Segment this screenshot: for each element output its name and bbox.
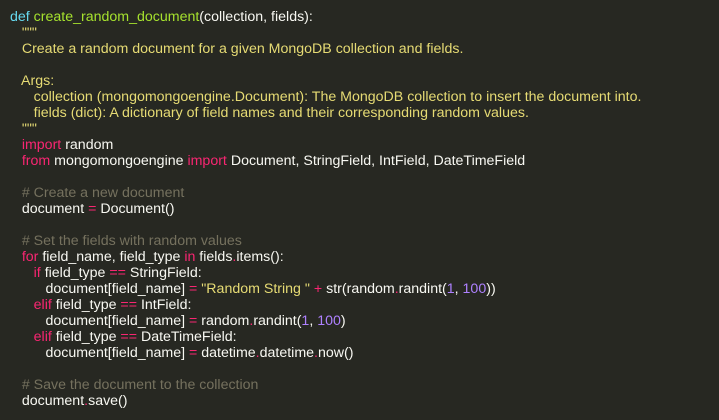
code-token: + (313, 281, 323, 297)
code-token: random (197, 313, 250, 329)
code-token: 100 (317, 313, 341, 329)
code-line: if field_type == StringField: (10, 265, 719, 281)
code-line: document = Document() (10, 201, 719, 217)
code-token: in (184, 249, 196, 265)
code-token: import (10, 137, 62, 153)
code-token: 1 (446, 281, 455, 297)
code-token: """ (10, 121, 37, 137)
code-token: randint( (253, 313, 302, 329)
code-line: document[field_name] = random.randint(1,… (10, 313, 719, 329)
code-token: datetime (197, 345, 256, 361)
code-token: IntField: (137, 297, 192, 313)
code-token: document[field_name] (10, 313, 190, 329)
code-token: import (187, 153, 227, 169)
code-token: if (10, 265, 41, 281)
code-token: datetime (259, 345, 315, 361)
code-token: document (10, 201, 89, 217)
code-editor[interactable]: def create_random_document(collection, f… (0, 0, 719, 420)
code-token: Create a random document for a given Mon… (10, 41, 464, 57)
code-token: # Save the document to the collection (10, 377, 259, 393)
code-token: now() (318, 345, 354, 361)
code-token: Args: (10, 73, 55, 89)
code-token: # Set the fields with random values (10, 233, 242, 249)
code-token: fields (dict): A dictionary of field nam… (10, 105, 529, 121)
code-token: Document, StringField, IntField, DateTim… (226, 153, 526, 169)
code-token: "Random String " (201, 281, 310, 297)
code-line: """ (10, 25, 719, 41)
code-line: def create_random_document(collection, f… (10, 9, 719, 25)
code-token: (collection, fields): (199, 9, 313, 25)
code-token: ) (340, 313, 346, 329)
code-token: )) (486, 281, 496, 297)
code-line: document[field_name] = "Random String " … (10, 281, 719, 297)
code-line: elif field_type == IntField: (10, 297, 719, 313)
code-line: # Set the fields with random values (10, 233, 719, 249)
code-line: collection (mongomongoengine.Document): … (10, 89, 719, 105)
code-token: , (454, 281, 463, 297)
code-line: fields (dict): A dictionary of field nam… (10, 105, 719, 121)
code-token: """ (10, 25, 37, 41)
code-line: import random (10, 137, 719, 153)
code-line: document[field_name] = datetime.datetime… (10, 345, 719, 361)
code-token: create_random_document (33, 9, 200, 25)
code-token: field_type (51, 297, 121, 313)
code-line: Args: (10, 73, 719, 89)
code-token: str(random (322, 281, 395, 297)
code-token: randint( (398, 281, 447, 297)
code-token: fields (195, 249, 233, 265)
code-line: # Save the document to the collection (10, 377, 719, 393)
code-token: elif (10, 297, 52, 313)
code-token: collection (mongomongoengine.Document): … (10, 89, 642, 105)
code-token: document (10, 393, 85, 409)
code-token: Document() (96, 201, 175, 217)
code-line: from mongomongoengine import Document, S… (10, 153, 719, 169)
code-token: items(): (236, 249, 284, 265)
code-line: Create a random document for a given Mon… (10, 41, 719, 57)
code-line: elif field_type == DateTimeField: (10, 329, 719, 345)
code-token: field_type (40, 265, 110, 281)
code-token: == (120, 329, 137, 345)
code-token: def (10, 9, 34, 25)
code-token: == (109, 265, 126, 281)
code-token: random (61, 137, 114, 153)
code-line: # Create a new document (10, 185, 719, 201)
code-token: from (10, 153, 51, 169)
code-token: field_type (51, 329, 121, 345)
code-token: 100 (462, 281, 487, 297)
code-token: StringField: (125, 265, 202, 281)
code-token: elif (10, 329, 52, 345)
code-token: document[field_name] (10, 281, 190, 297)
code-token: document[field_name] (10, 345, 190, 361)
code-line: for field_name, field_type in fields.ite… (10, 249, 719, 265)
code-token: for (10, 249, 39, 265)
code-line: document.save() (10, 393, 719, 409)
code-token: save() (88, 393, 128, 409)
code-token: DateTimeField: (137, 329, 237, 345)
code-token: mongomongoengine (50, 153, 188, 169)
code-line: """ (10, 121, 719, 137)
code-token: field_name, field_type (38, 249, 185, 265)
code-token: == (120, 297, 137, 313)
code-token: # Create a new document (10, 185, 185, 201)
